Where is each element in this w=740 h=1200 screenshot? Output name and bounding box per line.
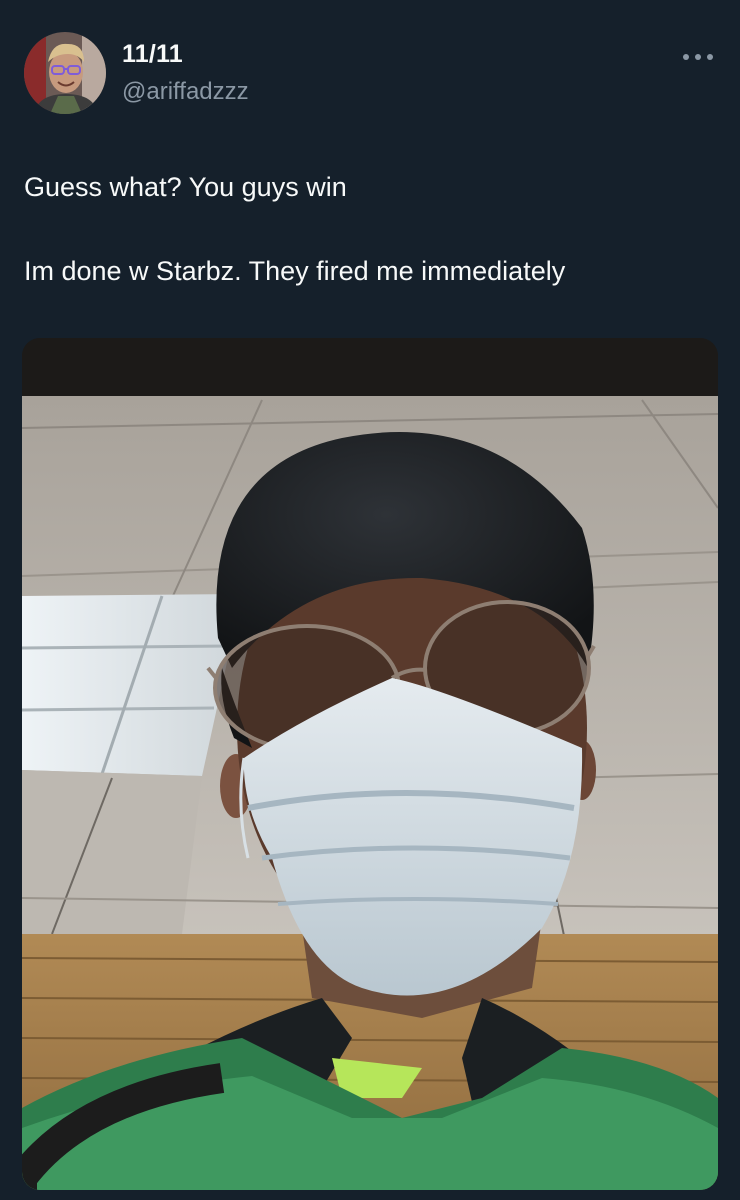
tweet-text-line: Guess what? You guys win: [24, 172, 347, 202]
more-options-button[interactable]: [678, 44, 718, 70]
author-handle[interactable]: @ariffadzzz: [122, 78, 249, 106]
author-display-name[interactable]: 11/11: [122, 40, 183, 69]
tweet-photo[interactable]: [22, 338, 718, 1190]
ellipsis-icon: [683, 54, 713, 60]
author-avatar[interactable]: [24, 32, 106, 114]
avatar-photo: [24, 32, 106, 114]
tweet-text-line: Im done w Starbz. They fired me immediat…: [24, 256, 566, 286]
tweet-screen: 11/11 @ariffadzzz Guess what? You guys w…: [0, 0, 740, 1200]
selfie-photo: [22, 338, 718, 1190]
tweet-text: Guess what? You guys win Im done w Starb…: [24, 166, 714, 292]
